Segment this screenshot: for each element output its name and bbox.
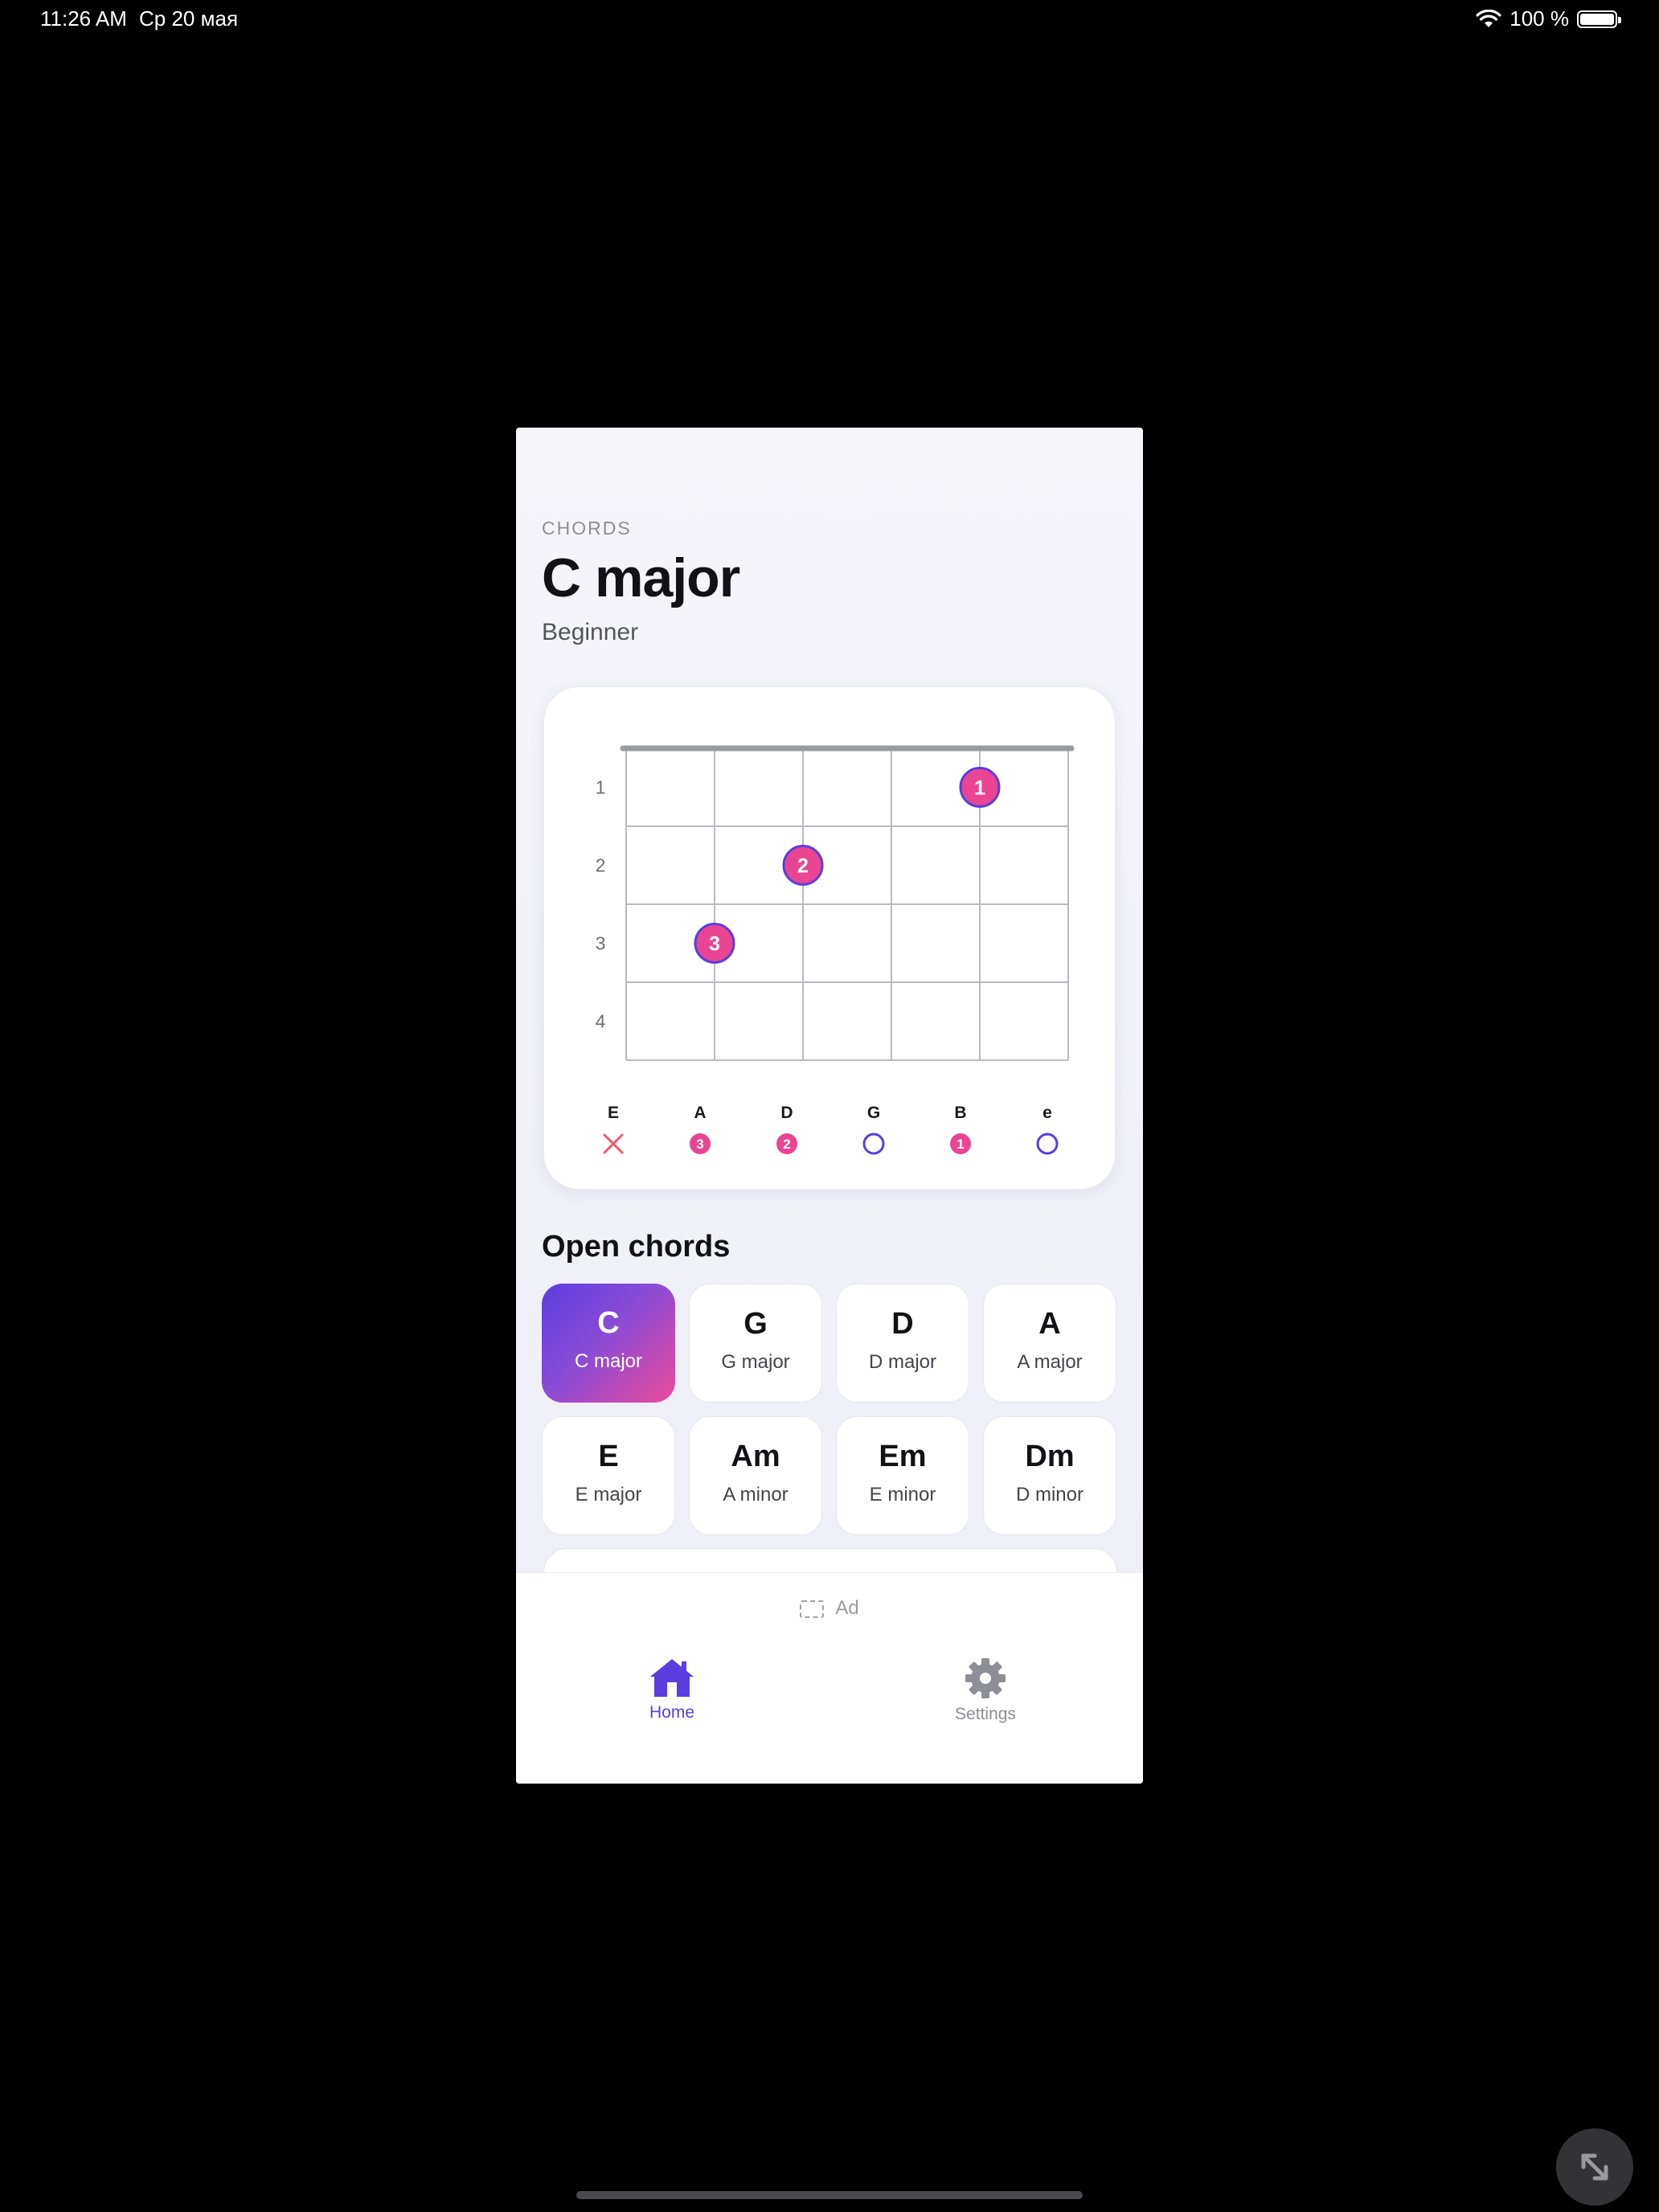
finger-dot-label: 3 bbox=[709, 933, 720, 956]
fret-number: 1 bbox=[596, 777, 606, 798]
chord-tile-em[interactable]: Em E minor bbox=[836, 1416, 969, 1535]
chord-tile-g[interactable]: G G major bbox=[689, 1284, 822, 1403]
chord-name: G major bbox=[721, 1351, 790, 1373]
string-name: e bbox=[1043, 1104, 1052, 1122]
open-string-icon bbox=[862, 1133, 885, 1155]
tab-settings-label: Settings bbox=[955, 1705, 1016, 1723]
home-indicator bbox=[576, 2191, 1083, 2199]
chord-symbol: Dm bbox=[1025, 1440, 1075, 1473]
status-time: 11:26 AM bbox=[40, 6, 127, 31]
chord-tile-am[interactable]: Am A minor bbox=[689, 1416, 822, 1535]
string-finger-number: 3 bbox=[696, 1137, 703, 1152]
chord-diagram: 1 2 3 4 1 2 3 E A 3 D 2 G B 1 e bbox=[596, 745, 1075, 1155]
chord-symbol: G bbox=[743, 1307, 768, 1341]
chord-symbol: D bbox=[891, 1307, 914, 1341]
ad-banner[interactable]: Ad bbox=[516, 1597, 1143, 1620]
chord-name: A minor bbox=[723, 1484, 789, 1505]
chord-tile-d[interactable]: D D major bbox=[836, 1284, 969, 1403]
chord-symbol: Am bbox=[731, 1440, 780, 1473]
chord-tile-c[interactable]: C C major bbox=[542, 1284, 675, 1403]
tab-settings[interactable]: Settings bbox=[905, 1657, 1066, 1724]
chord-diagram-card: 1 2 3 4 1 2 3 E A 3 D 2 G B 1 e bbox=[543, 686, 1116, 1190]
open-string-icon bbox=[1036, 1133, 1059, 1155]
finger-dot-label: 2 bbox=[797, 855, 809, 878]
chord-tile-dm[interactable]: Dm D minor bbox=[983, 1416, 1116, 1535]
string-name: A bbox=[694, 1104, 706, 1122]
ad-placeholder-icon bbox=[800, 1600, 825, 1618]
fret-number: 3 bbox=[596, 933, 606, 954]
section-eyebrow: CHORDS bbox=[542, 518, 632, 539]
gear-icon bbox=[965, 1658, 1006, 1698]
chord-symbol: A bbox=[1038, 1307, 1061, 1341]
chord-symbol: C bbox=[597, 1306, 620, 1340]
difficulty-level: Beginner bbox=[542, 619, 639, 645]
section-title: Open chords bbox=[542, 1230, 731, 1264]
battery-percent: 100 % bbox=[1509, 6, 1569, 31]
chord-name: A major bbox=[1017, 1351, 1083, 1373]
expand-icon bbox=[1581, 2153, 1608, 2181]
app-window: CHORDS C major Beginner 1 2 3 4 1 2 3 E A 3 D 2 G B 1 e… bbox=[516, 428, 1143, 1784]
status-right: 100 % bbox=[1476, 6, 1621, 31]
string-name: E bbox=[608, 1104, 619, 1122]
fret-number: 4 bbox=[596, 1011, 606, 1032]
status-date: Ср 20 мая bbox=[139, 6, 239, 31]
chord-name: C major bbox=[574, 1350, 642, 1372]
chord-symbol: E bbox=[598, 1440, 619, 1473]
expand-button[interactable] bbox=[1556, 2128, 1633, 2206]
chord-symbol: Em bbox=[879, 1440, 927, 1473]
string-name: D bbox=[780, 1104, 793, 1122]
page-title: C major bbox=[542, 547, 740, 608]
tab-home-label: Home bbox=[649, 1703, 695, 1722]
chord-tile-e[interactable]: E E major bbox=[542, 1416, 675, 1535]
string-name: G bbox=[867, 1104, 880, 1122]
chord-name: D minor bbox=[1015, 1484, 1083, 1505]
status-bar: 11:26 AM Ср 20 мая 100 % bbox=[0, 0, 1659, 40]
ad-label: Ad bbox=[835, 1597, 859, 1619]
finger-dot-label: 1 bbox=[974, 777, 985, 800]
fret-number: 2 bbox=[596, 855, 606, 876]
battery-fill bbox=[1580, 13, 1614, 25]
bottom-bar: Ad Home Settings bbox=[516, 1572, 1143, 1784]
home-icon bbox=[650, 1659, 694, 1697]
wifi-icon bbox=[1476, 9, 1501, 27]
string-finger-number: 2 bbox=[783, 1137, 790, 1152]
chord-name: D major bbox=[868, 1351, 936, 1373]
string-finger-number: 1 bbox=[956, 1137, 964, 1152]
chord-tile-a[interactable]: A A major bbox=[983, 1284, 1116, 1403]
chord-name: E minor bbox=[869, 1484, 936, 1505]
muted-string-icon bbox=[603, 1133, 624, 1154]
string-name: B bbox=[954, 1104, 966, 1122]
battery-icon bbox=[1577, 10, 1621, 28]
chord-name: E major bbox=[575, 1484, 642, 1505]
tab-home[interactable]: Home bbox=[592, 1657, 752, 1722]
